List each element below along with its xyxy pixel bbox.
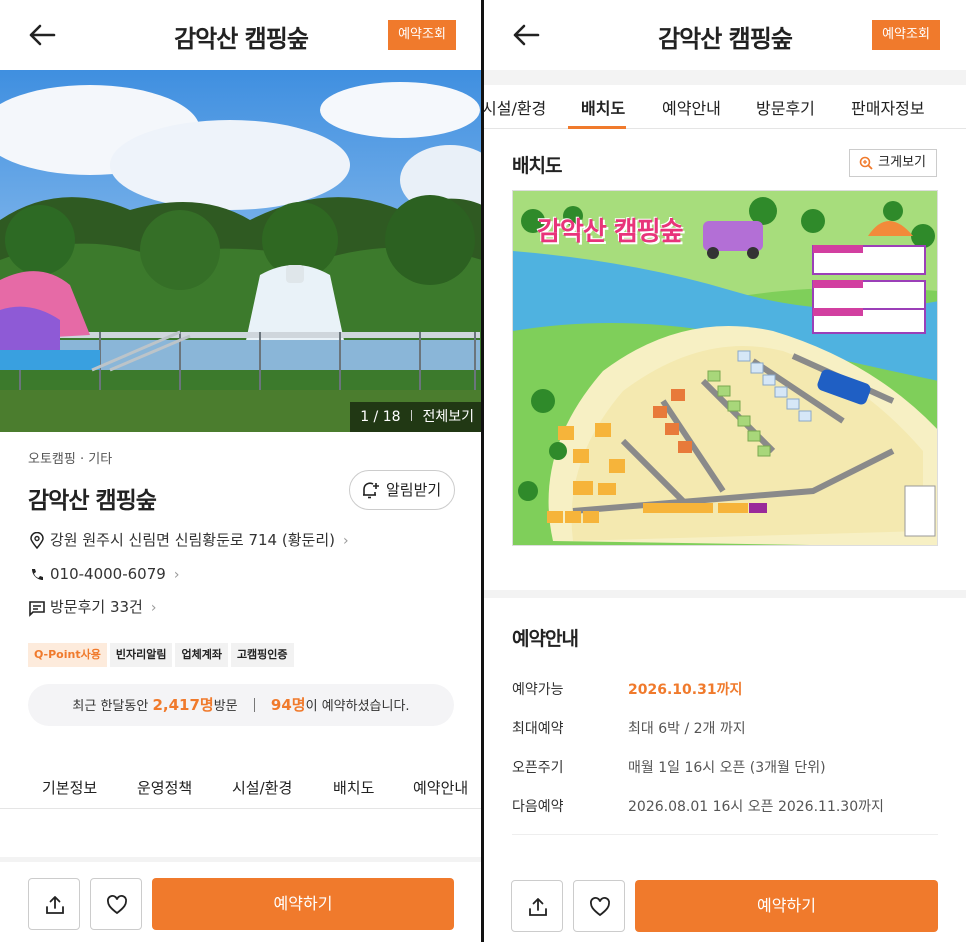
tab-facilities[interactable]: 시설/환경 <box>484 95 546 119</box>
tag-business-account: 업체계좌 <box>175 643 228 667</box>
section-gap <box>484 70 966 85</box>
screenshot-root: 감악산 캠핑숲 예약조회 1 / 18 전체보기 오토캠핑 · 기타 감악산 캠… <box>0 0 966 942</box>
phone-row[interactable]: 010-4000-6079 › <box>28 563 179 585</box>
visit-stats: 최근 한달동안 2,417명방문 94명이 예약하셨습니다. <box>28 684 454 726</box>
top-bar: 감악산 캠핑숲 예약조회 <box>0 0 482 70</box>
campsite-photo <box>0 70 482 432</box>
campsite-layout-map[interactable]: 감악산 캠핑숲 <box>512 190 938 546</box>
share-button[interactable] <box>28 878 80 930</box>
camp-category: 오토캠핑 · 기타 <box>28 452 113 467</box>
tag-qpoint: Q-Point사용 <box>28 643 107 667</box>
tab-layout[interactable]: 배치도 <box>581 95 625 119</box>
share-button[interactable] <box>511 880 563 932</box>
bottom-action-bar: 예약하기 <box>0 862 482 942</box>
book-button[interactable]: 예약하기 <box>152 878 454 930</box>
reservation-row-available: 예약가능 2026.10.31까지 <box>512 678 938 702</box>
stats-bookers: 94명 <box>270 696 306 714</box>
wishlist-button[interactable] <box>90 878 142 930</box>
tag-list: Q-Point사용 빈자리알림 업체계좌 고캠핑인증 <box>28 643 297 667</box>
hero-photo[interactable]: 1 / 18 전체보기 <box>0 70 482 432</box>
chevron-right-icon: › <box>150 600 157 616</box>
reservation-value: 2026.10.31까지 <box>628 682 743 698</box>
reviews-row[interactable]: 방문후기 33건 › <box>28 596 156 618</box>
reservation-label: 최대예약 <box>512 721 564 737</box>
active-tab-indicator <box>568 126 626 129</box>
address-text: 강원 원주시 신림면 신림황둔로 714 (황둔리) <box>50 531 335 549</box>
reservation-label: 다음예약 <box>512 799 564 815</box>
bottom-action-bar: 예약하기 <box>484 864 966 942</box>
photo-counter[interactable]: 1 / 18 전체보기 <box>350 402 482 432</box>
right-screen: 감악산 캠핑숲 예약조회 시설/환경 배치도 예약안내 방문후기 판매자정보 배… <box>484 0 966 942</box>
reservation-section-title: 예약안내 <box>512 628 579 650</box>
photo-total: 18 <box>382 409 401 425</box>
photo-current: 1 <box>360 409 370 425</box>
tag-vacancy-alert: 빈자리알림 <box>109 643 173 667</box>
top-bar: 감악산 캠핑숲 예약조회 <box>484 0 966 70</box>
chevron-right-icon: › <box>173 567 180 583</box>
reservation-label: 예약가능 <box>512 682 564 698</box>
tab-facilities[interactable]: 시설/환경 <box>232 777 292 798</box>
detail-tabs: 기본정보 운영정책 시설/환경 배치도 예약안내 <box>0 767 482 809</box>
reservation-value: 최대 6박 / 2개 까지 <box>628 721 746 737</box>
tab-seller-info[interactable]: 판매자정보 <box>851 95 925 119</box>
stats-visits: 2,417명 <box>152 696 214 714</box>
reservation-label: 오픈주기 <box>512 760 564 776</box>
stats-prefix: 최근 한달동안 <box>72 699 149 714</box>
reserve-check-button[interactable]: 예약조회 <box>872 20 940 50</box>
view-all-label: 전체보기 <box>422 409 474 425</box>
stats-divider <box>253 698 255 712</box>
camp-name: 감악산 캠핑숲 <box>28 488 157 514</box>
tab-reviews[interactable]: 방문후기 <box>756 95 815 119</box>
zoom-in-icon <box>859 156 873 170</box>
share-icon <box>529 898 547 916</box>
phone-icon <box>32 568 43 580</box>
enlarge-button[interactable]: 크게보기 <box>849 149 937 177</box>
tag-gocamping-certified: 고캠핑인증 <box>230 643 294 667</box>
reservation-row-max: 최대예약 최대 6박 / 2개 까지 <box>512 717 938 741</box>
divider-line <box>512 834 938 835</box>
tab-basic-info[interactable]: 기본정보 <box>42 777 97 798</box>
left-screen: 감악산 캠핑숲 예약조회 1 / 18 전체보기 오토캠핑 · 기타 감악산 캠… <box>0 0 482 942</box>
stats-bookers-suffix: 이 예약하셨습니다. <box>305 699 410 714</box>
chevron-right-icon: › <box>342 533 349 549</box>
tab-reservation[interactable]: 예약안내 <box>662 95 721 119</box>
location-pin-icon <box>30 531 44 549</box>
reservation-value: 매월 1일 16시 오픈 (3개월 단위) <box>628 760 826 776</box>
enlarge-label: 크게보기 <box>878 155 926 170</box>
reserve-check-button[interactable]: 예약조회 <box>388 20 456 50</box>
tab-layout[interactable]: 배치도 <box>333 777 374 798</box>
tab-policy[interactable]: 운영정책 <box>137 777 192 798</box>
address-row[interactable]: 강원 원주시 신림면 신림황둔로 714 (황둔리) › <box>28 529 349 551</box>
detail-tabs: 시설/환경 배치도 예약안내 방문후기 판매자정보 <box>484 85 966 129</box>
counter-separator <box>411 410 413 421</box>
phone-text: 010-4000-6079 <box>50 565 166 583</box>
heart-icon <box>590 897 610 917</box>
tab-reservation[interactable]: 예약안내 <box>413 777 468 798</box>
book-button[interactable]: 예약하기 <box>635 880 938 932</box>
map-title: 감악산 캠핑숲 <box>537 217 684 247</box>
reservation-row-next: 다음예약 2026.08.01 16시 오픈 2026.11.30까지 <box>512 795 938 819</box>
bell-plus-icon <box>363 482 379 499</box>
wishlist-button[interactable] <box>573 880 625 932</box>
reservation-row-open-cycle: 오픈주기 매월 1일 16시 오픈 (3개월 단위) <box>512 756 938 780</box>
heart-icon <box>107 895 127 915</box>
review-message-icon <box>29 600 45 617</box>
notify-button[interactable]: 알림받기 <box>349 470 455 510</box>
reviews-text: 방문후기 33건 <box>50 598 143 616</box>
section-gap <box>484 590 966 598</box>
share-icon <box>46 896 64 914</box>
notify-label: 알림받기 <box>386 481 442 499</box>
layout-section-title: 배치도 <box>512 155 562 177</box>
stats-visits-suffix: 방문 <box>213 699 238 714</box>
reservation-value: 2026.08.01 16시 오픈 2026.11.30까지 <box>628 799 884 815</box>
